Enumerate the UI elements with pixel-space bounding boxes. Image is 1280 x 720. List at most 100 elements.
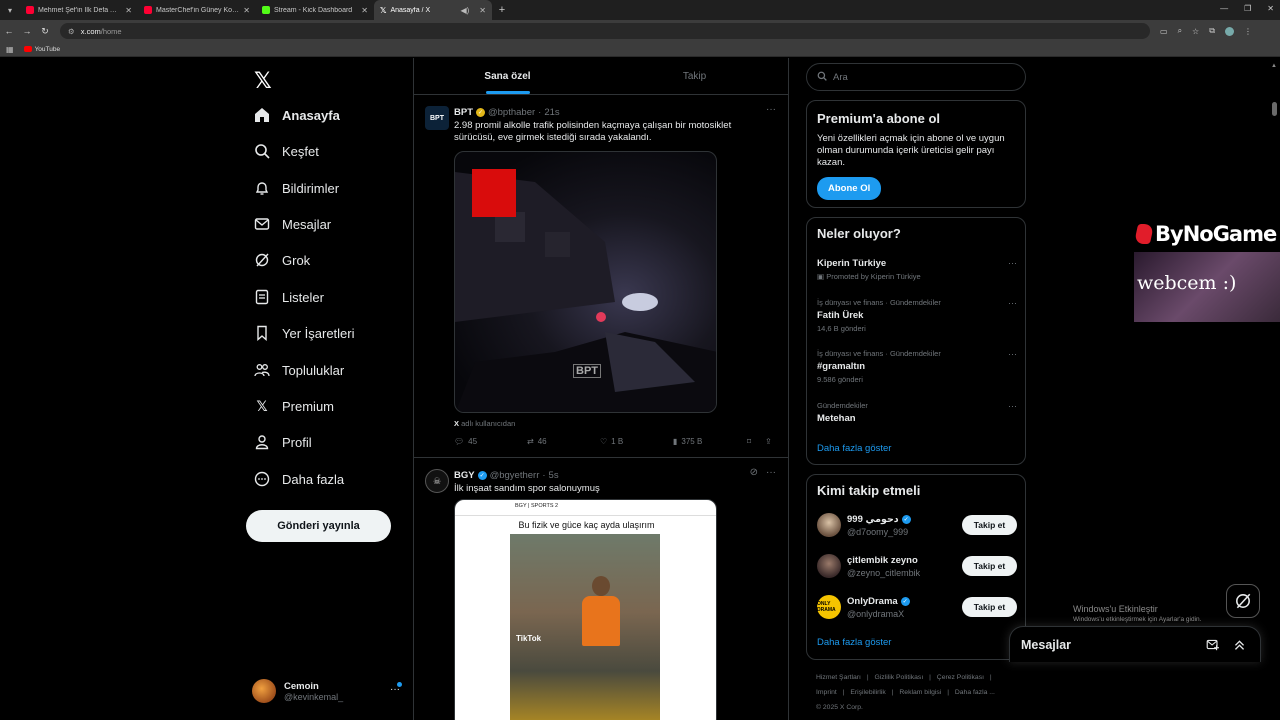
footer-link[interactable]: Hizmet Şartları [816, 674, 861, 681]
nav-item-bookmarks[interactable]: Yer İşaretleri [254, 323, 355, 343]
restore-icon[interactable]: ❐ [1244, 4, 1251, 13]
trend-more-icon[interactable]: ··· [1008, 401, 1017, 411]
tweet-time[interactable]: 21s [544, 107, 559, 118]
browser-tab-active[interactable]: 𝕏 Anasayfa / X ◀) ✕ [374, 0, 492, 20]
grok-floating-button[interactable] [1226, 584, 1260, 618]
follow-button[interactable]: Takip et [962, 597, 1017, 617]
nav-item-messages[interactable]: Mesajlar [254, 214, 331, 234]
nav-item-home[interactable]: Anasayfa [254, 105, 340, 125]
zoom-icon[interactable]: ⌕ [1178, 26, 1182, 36]
grok-icon[interactable]: ⊘ [750, 467, 758, 478]
close-tab-icon[interactable]: ✕ [125, 6, 132, 15]
follow-suggestion[interactable]: 999 دحومي ✓ @d7oomy_999 Takip et [817, 511, 1017, 539]
close-tab-icon[interactable]: ✕ [361, 6, 368, 15]
trend-item[interactable]: İş dünyası ve finans · Gündemdekiler #gr… [817, 349, 1017, 384]
footer-link[interactable]: Imprint [816, 689, 837, 696]
search-input[interactable]: Ara [806, 63, 1026, 91]
nav-item-grok[interactable]: Grok [254, 250, 310, 270]
footer-link[interactable]: Daha fazla ... [955, 689, 995, 696]
bookmark-icon[interactable]: ⌑ [747, 437, 765, 446]
tweet-author-handle[interactable]: @bpthaber [488, 107, 535, 118]
profile-avatar-icon[interactable] [1224, 26, 1234, 36]
new-tab-button[interactable]: + [492, 4, 512, 16]
browser-tab[interactable]: Stream - Kick Dashboard ✕ [256, 0, 374, 20]
promoted-icon: ▣ [817, 272, 825, 281]
minimize-icon[interactable]: — [1220, 4, 1228, 13]
apps-grid-icon[interactable]: ▦ [6, 45, 14, 54]
extensions-icon[interactable]: ⧉ [1209, 26, 1215, 36]
tweet-image[interactable]: BGY | SPORTS 2 Bu fizik ve güce kaç ayda… [454, 499, 717, 720]
tweet-author-name[interactable]: BGY [454, 470, 475, 481]
nav-item-profile[interactable]: Profil [254, 432, 312, 452]
forward-icon[interactable]: → [18, 26, 36, 36]
footer-link[interactable]: Erişilebilirlik [850, 689, 886, 696]
footer-link[interactable]: Gizlilik Politikası [875, 674, 924, 681]
follow-button[interactable]: Takip et [962, 515, 1017, 535]
trend-item[interactable]: Gündemdekiler Metehan ··· [817, 401, 1017, 424]
close-tab-icon[interactable]: ✕ [243, 6, 250, 15]
back-icon[interactable]: ← [0, 26, 18, 36]
tab-for-you[interactable]: Sana özel [414, 58, 601, 94]
nav-item-notifications[interactable]: Bildirimler [254, 178, 339, 198]
menu-icon[interactable]: ⋮ [1244, 27, 1252, 36]
repost-button[interactable]: ⇄ 46 [527, 437, 600, 446]
bookmark-icon [254, 325, 270, 341]
follow-suggestion[interactable]: ONLY DRAMA OnlyDrama ✓ @onlydramaX Takip … [817, 593, 1017, 621]
tweet-avatar[interactable]: ☠ [425, 469, 449, 493]
tweet[interactable]: BPT BPT ✓ @bpthaber · 21s ··· 2.98 promi… [414, 96, 788, 458]
close-tab-icon[interactable]: ✕ [479, 6, 486, 15]
close-window-icon[interactable]: ✕ [1267, 4, 1274, 13]
follow-button[interactable]: Takip et [962, 556, 1017, 576]
x-logo-icon[interactable]: 𝕏 [254, 68, 272, 94]
post-button[interactable]: Gönderi yayınla [246, 510, 391, 542]
nav-item-more[interactable]: Daha fazla [254, 469, 344, 489]
reply-button[interactable]: 💬︎ 45 [454, 437, 527, 446]
tweet[interactable]: ☠ BGY ✓ @bgyetherr · 5s ··· ⊘ İlk inşaat… [414, 459, 788, 720]
trend-item[interactable]: Kiperin Türkiye ▣ Promoted by Kiperin Tü… [817, 258, 1017, 281]
share-icon[interactable]: ⇪ [765, 437, 772, 446]
views-button[interactable]: ▮ 375 B [673, 437, 747, 446]
subscribe-button[interactable]: Abone Ol [817, 177, 882, 200]
tweet-more-icon[interactable]: ··· [766, 104, 776, 115]
trends-show-more-link[interactable]: Daha fazla göster [817, 443, 891, 454]
tab-following[interactable]: Takip [601, 58, 788, 94]
star-icon[interactable]: ☆ [1192, 27, 1199, 36]
messages-drawer[interactable]: Mesajlar [1009, 626, 1261, 662]
bookmark-youtube[interactable]: YouTube [23, 46, 60, 53]
nav-item-premium[interactable]: 𝕏 Premium [254, 396, 334, 416]
tweet-time[interactable]: 5s [549, 470, 559, 481]
embedded-header: BGY | SPORTS 2 [455, 500, 716, 516]
tweet-video[interactable]: BPT [454, 151, 717, 413]
footer-link[interactable]: Çerez Politikası [937, 674, 984, 681]
trend-item[interactable]: İş dünyası ve finans · Gündemdekiler Fat… [817, 298, 1017, 333]
tab-search-icon[interactable]: ▾ [0, 0, 20, 20]
like-button[interactable]: ♡ 1 B [600, 437, 673, 446]
address-bar[interactable]: ⚙ x.com/home [60, 23, 1150, 39]
speaker-icon[interactable]: ◀) [460, 6, 469, 15]
suggestion-name: 999 دحومي [847, 514, 899, 525]
account-switcher[interactable]: Cemoin @kevinkemal_ ··· [252, 676, 402, 706]
tweet-author-name[interactable]: BPT [454, 107, 473, 118]
reload-icon[interactable]: ↻ [36, 26, 54, 37]
follow-suggestion[interactable]: çitlembik zeyno @zeyno_citlembik Takip e… [817, 552, 1017, 580]
tweet-more-icon[interactable]: ··· [766, 467, 776, 478]
site-info-icon[interactable]: ⚙ [68, 27, 75, 36]
trend-more-icon[interactable]: ··· [1008, 349, 1017, 359]
nav-item-communities[interactable]: Topluluklar [254, 360, 344, 380]
nav-item-explore[interactable]: Keşfet [254, 141, 319, 161]
browser-tab[interactable]: Mehmet Şef'in İlk Defa Anlattığı ✕ [20, 0, 138, 20]
tweet-avatar[interactable]: BPT [425, 106, 449, 130]
new-message-icon[interactable] [1206, 638, 1219, 654]
browser-tab[interactable]: MasterChef'in Güney Koreli Yarış ✕ [138, 0, 256, 20]
page-scrollbar-thumb[interactable] [1272, 102, 1277, 116]
nav-item-lists[interactable]: Listeler [254, 287, 324, 307]
chevron-up-double-icon[interactable] [1233, 638, 1246, 654]
scroll-up-arrow-icon[interactable]: ▲ [1271, 63, 1277, 69]
who-to-follow-show-more-link[interactable]: Daha fazla göster [817, 637, 891, 648]
cast-icon[interactable]: ▭ [1160, 27, 1168, 36]
footer-link[interactable]: Reklam bilgisi [899, 689, 941, 696]
tweet-author-handle[interactable]: @bgyetherr [490, 470, 540, 481]
brand-text: ByNoGame [1155, 222, 1277, 246]
trend-more-icon[interactable]: ··· [1008, 258, 1017, 268]
trend-more-icon[interactable]: ··· [1008, 298, 1017, 308]
